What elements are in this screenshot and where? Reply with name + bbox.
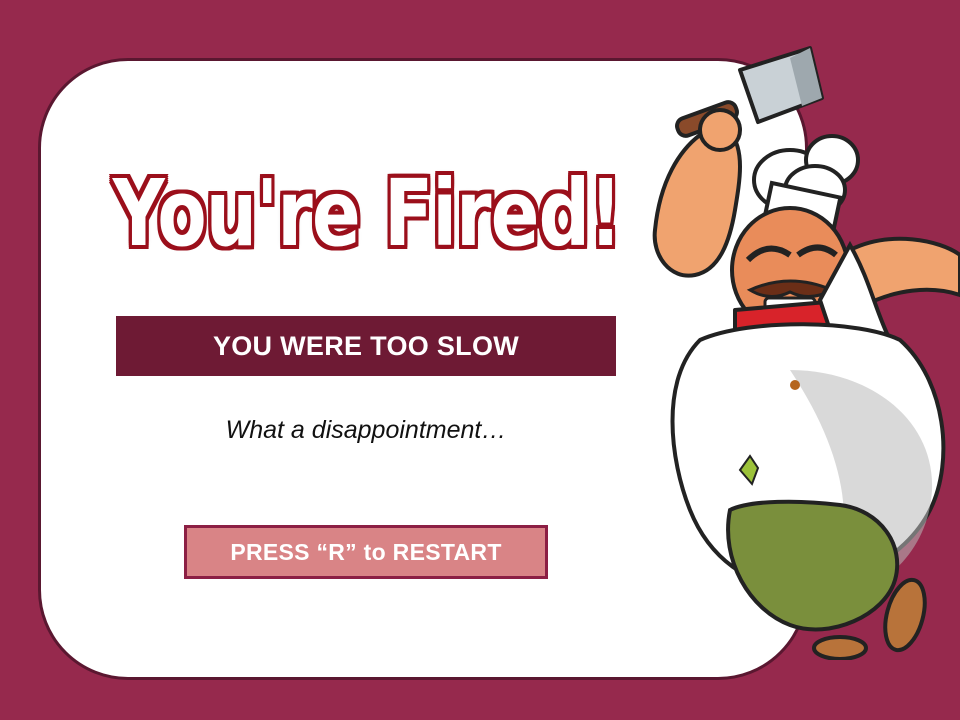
angry-chef-illustration (652, 46, 960, 660)
reason-banner: YOU WERE TOO SLOW (116, 316, 616, 376)
game-over-screen: You're Fired! YOU WERE TOO SLOW What a d… (0, 0, 960, 720)
restart-button[interactable]: PRESS “R” to RESTART (184, 525, 548, 579)
game-over-title: You're Fired! (112, 160, 622, 267)
flavor-text: What a disappointment… (225, 416, 507, 444)
cleaver-icon (675, 46, 824, 138)
